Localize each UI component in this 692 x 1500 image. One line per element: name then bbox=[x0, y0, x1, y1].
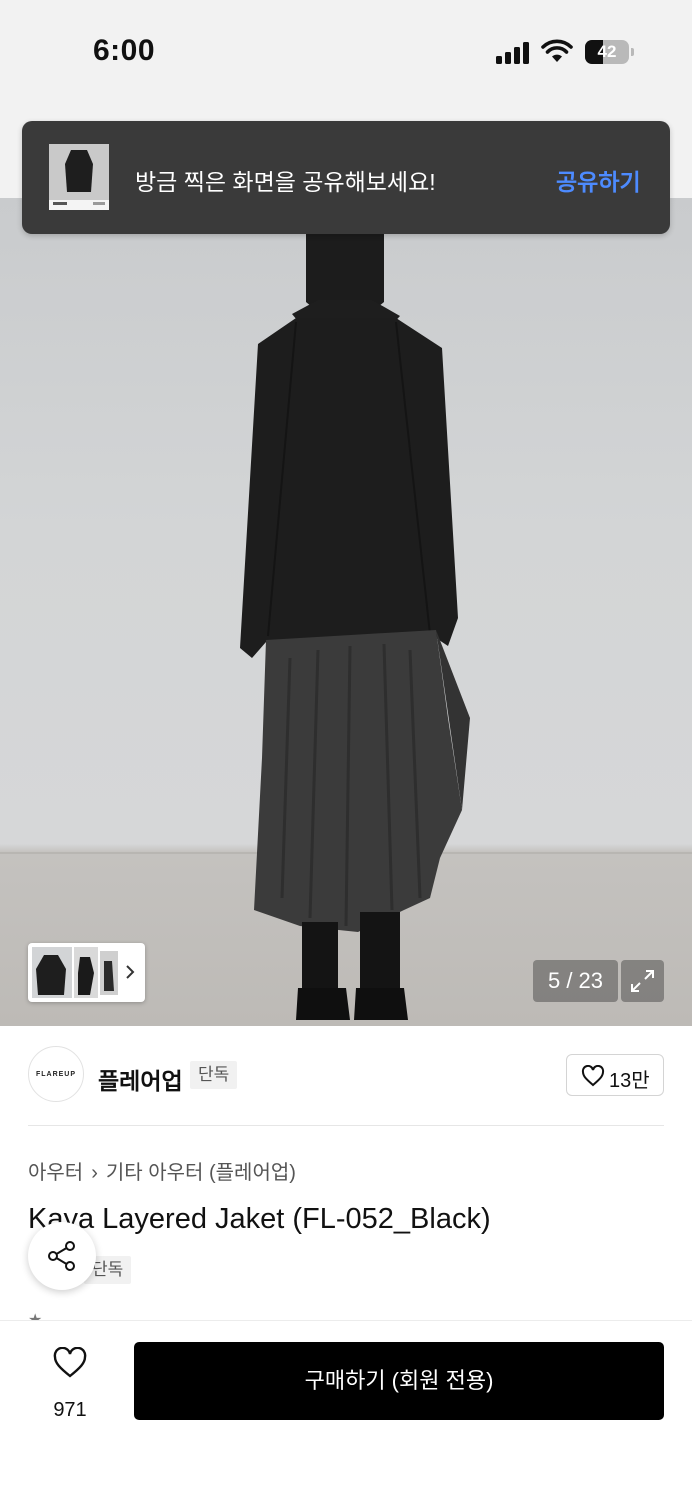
chevron-right-icon: › bbox=[91, 1162, 98, 1184]
divider bbox=[28, 1125, 664, 1126]
product-title: Kaya Layered Jaket (FL-052_Black) bbox=[28, 1203, 491, 1235]
image-counter: 5 / 23 bbox=[533, 960, 618, 1002]
share-button[interactable] bbox=[28, 1222, 96, 1290]
status-time: 6:00 bbox=[93, 34, 156, 67]
battery-icon: 42 bbox=[585, 40, 635, 64]
brand-like-count: 13만 bbox=[609, 1070, 650, 1092]
battery-level-text: 42 bbox=[597, 42, 617, 61]
toast-share-button[interactable]: 공유하기 bbox=[556, 163, 641, 197]
share-icon bbox=[48, 1241, 75, 1271]
breadcrumb-subcategory[interactable]: 기타 아우터 (플레어업) bbox=[106, 1162, 296, 1184]
expand-icon bbox=[631, 970, 654, 992]
cellular-signal-icon bbox=[496, 42, 532, 64]
screenshot-share-toast: 방금 찍은 화면을 공유해보세요! 공유하기 bbox=[22, 121, 670, 234]
brand-name[interactable]: 플레어업 bbox=[98, 1062, 183, 1096]
model-image bbox=[240, 234, 470, 1020]
brand-like-button[interactable]: 13만 bbox=[566, 1054, 664, 1096]
heart-icon bbox=[581, 1065, 605, 1087]
product-like-button[interactable]: 971 bbox=[40, 1347, 100, 1421]
product-like-count: 971 bbox=[53, 1399, 87, 1421]
app-screen: 6:00 42 방금 찍은 화면을 공유해보세요! 공유하기 5 / 23 FL… bbox=[0, 0, 692, 1500]
buy-button[interactable]: 구매하기 (회원 전용) bbox=[134, 1342, 664, 1420]
heart-icon bbox=[53, 1347, 87, 1378]
brand-row: FLAREUP 플레어업 단독 13만 bbox=[0, 1026, 692, 1126]
chevron-right-icon bbox=[126, 965, 135, 979]
brand-logo[interactable]: FLAREUP bbox=[28, 1046, 84, 1102]
breadcrumb: 아우터 › 기타 아우터 (플레어업) bbox=[28, 1156, 296, 1185]
exclusive-badge: 단독 bbox=[190, 1061, 238, 1089]
bottom-action-bar: 971 구매하기 (회원 전용) bbox=[0, 1320, 692, 1500]
fullscreen-button[interactable] bbox=[621, 960, 664, 1002]
image-thumbnail-strip[interactable] bbox=[28, 943, 145, 1002]
product-photo[interactable] bbox=[0, 198, 692, 1026]
screenshot-thumbnail[interactable] bbox=[49, 144, 109, 210]
toast-message: 방금 찍은 화면을 공유해보세요! bbox=[135, 169, 436, 195]
wifi-icon bbox=[541, 39, 573, 62]
breadcrumb-category[interactable]: 아우터 bbox=[28, 1162, 83, 1184]
